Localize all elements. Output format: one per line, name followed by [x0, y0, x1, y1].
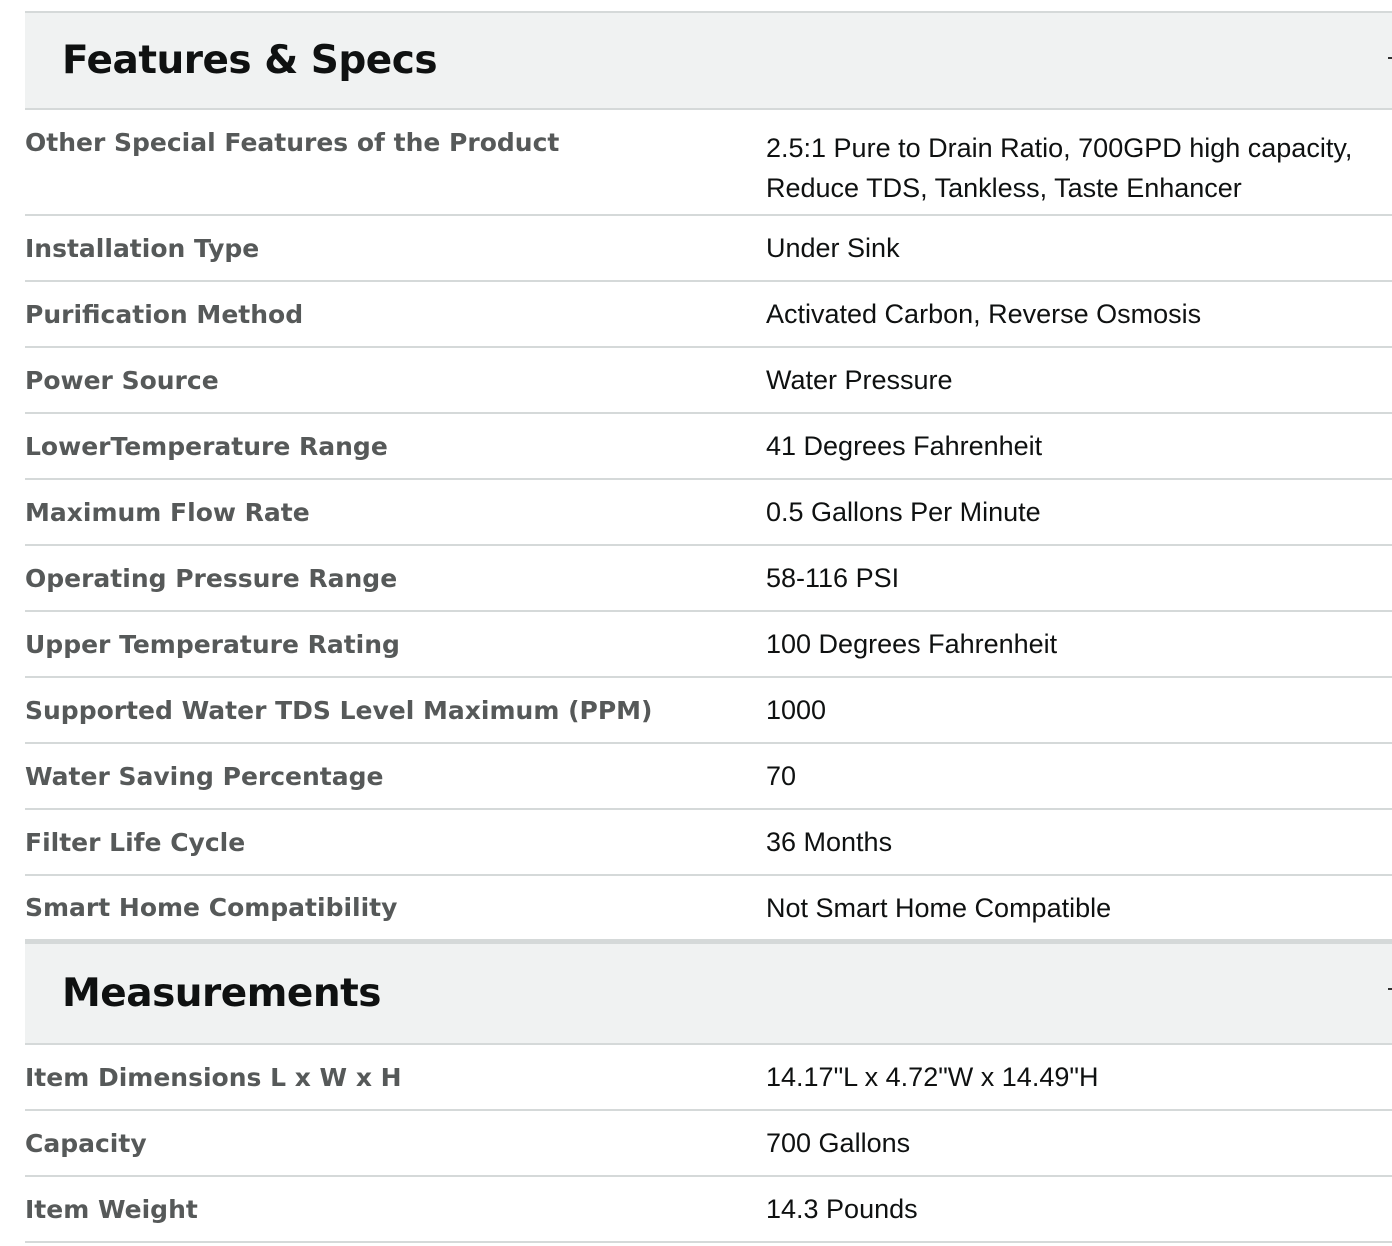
- spec-row: Installation Type Under Sink: [25, 216, 1392, 282]
- spec-label: Water Saving Percentage: [25, 761, 384, 791]
- spec-label: Item Dimensions L x W x H: [25, 1062, 402, 1092]
- spec-row: Other Special Features of the Product 2.…: [25, 110, 1392, 216]
- spec-label: Installation Type: [25, 233, 260, 263]
- spec-row: Item Weight 14.3 Pounds: [25, 1177, 1392, 1243]
- section-header-measurements[interactable]: Measurements: [25, 942, 1392, 1045]
- spec-value: 0.5 Gallons Per Minute: [766, 497, 1041, 527]
- spec-value-line: 2.5:1 Pure to Drain Ratio, 700GPD high c…: [766, 133, 1353, 163]
- spec-value: Activated Carbon, Reverse Osmosis: [766, 299, 1202, 329]
- spec-label: Supported Water TDS Level Maximum (PPM): [25, 695, 653, 725]
- spec-value: Not Smart Home Compatible: [766, 892, 1112, 923]
- spec-value: 1000: [766, 695, 827, 725]
- spec-value: 14.3 Pounds: [766, 1194, 918, 1224]
- spec-label: Maximum Flow Rate: [25, 497, 310, 527]
- spec-label: Power Source: [25, 365, 219, 395]
- spec-value-line: Reduce TDS, Tankless, Taste Enhancer: [766, 173, 1242, 203]
- spec-row: LowerTemperature Range 41 Degrees Fahren…: [25, 414, 1392, 480]
- spec-label: Capacity: [25, 1128, 147, 1158]
- spec-row: Power Source Water Pressure: [25, 348, 1392, 414]
- spec-value: 41 Degrees Fahrenheit: [766, 431, 1043, 461]
- spec-row: Purification Method Activated Carbon, Re…: [25, 282, 1392, 348]
- spec-value: 700 Gallons: [766, 1128, 911, 1158]
- spec-label: Purification Method: [25, 299, 304, 329]
- chevron-up-icon[interactable]: [1388, 57, 1392, 59]
- spec-value: 100 Degrees Fahrenheit: [766, 629, 1058, 659]
- spec-value: 70: [766, 761, 797, 791]
- spec-row: Upper Temperature Rating 100 Degrees Fah…: [25, 612, 1392, 678]
- spec-label: Smart Home Compatibility: [25, 893, 398, 922]
- spec-value: Under Sink: [766, 233, 900, 263]
- product-details: Features & Specs Other Special Features …: [25, 11, 1392, 1243]
- spec-label: Operating Pressure Range: [25, 563, 398, 593]
- spec-label: Filter Life Cycle: [25, 827, 246, 857]
- chevron-up-icon[interactable]: [1388, 988, 1392, 990]
- spec-label: Other Special Features of the Product: [25, 128, 560, 157]
- spec-label: Item Weight: [25, 1194, 198, 1224]
- spec-row: Supported Water TDS Level Maximum (PPM) …: [25, 678, 1392, 744]
- spec-value: 58-116 PSI: [766, 563, 900, 593]
- spec-row: Smart Home Compatibility Not Smart Home …: [25, 876, 1392, 942]
- spec-row: Water Saving Percentage 70: [25, 744, 1392, 810]
- spec-label: Upper Temperature Rating: [25, 629, 400, 659]
- spec-value: 14.17"L x 4.72"W x 14.49"H: [766, 1062, 1099, 1092]
- spec-value: 2.5:1 Pure to Drain Ratio, 700GPD high c…: [766, 128, 1392, 208]
- spec-value: Water Pressure: [766, 365, 953, 395]
- spec-row: Filter Life Cycle 36 Months: [25, 810, 1392, 876]
- spec-row: Maximum Flow Rate 0.5 Gallons Per Minute: [25, 480, 1392, 546]
- spec-row: Item Dimensions L x W x H 14.17"L x 4.72…: [25, 1045, 1392, 1111]
- spec-row: Operating Pressure Range 58-116 PSI: [25, 546, 1392, 612]
- spec-row: Capacity 700 Gallons: [25, 1111, 1392, 1177]
- section-title: Features & Specs: [62, 38, 438, 83]
- section-title: Measurements: [62, 971, 381, 1016]
- section-header-features-specs[interactable]: Features & Specs: [25, 11, 1392, 110]
- spec-value: 36 Months: [766, 827, 893, 857]
- spec-label: LowerTemperature Range: [25, 431, 388, 461]
